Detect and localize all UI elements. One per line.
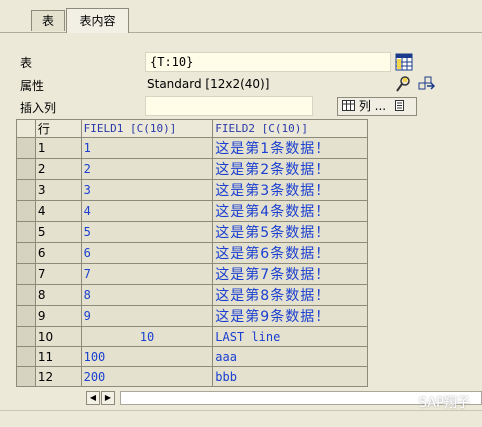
row-selector[interactable] [16, 305, 36, 327]
grid-header-row: 行 FIELD1 [C(10)] FIELD2 [C(10)] [16, 119, 368, 138]
field2-cell[interactable]: 这是第5条数据！ [212, 221, 368, 243]
row-selector[interactable] [16, 200, 36, 222]
table-row[interactable]: 12 200 bbb [16, 366, 368, 387]
field1-cell[interactable]: 10 [80, 326, 214, 347]
tab-bar: 表 表内容 [0, 0, 482, 33]
field2-cell[interactable]: bbb [212, 366, 368, 387]
scroll-left-icon[interactable]: ◀ [86, 391, 100, 405]
row-selector[interactable] [16, 242, 36, 264]
tab-table[interactable]: 表 [31, 10, 65, 31]
header-row-number: 行 [34, 119, 82, 138]
document-icon [394, 100, 404, 111]
field1-cell[interactable]: 100 [80, 346, 214, 367]
field2-cell[interactable]: LAST line [212, 326, 368, 347]
field2-cell[interactable]: 这是第6条数据！ [212, 242, 368, 264]
row-selector[interactable] [16, 284, 36, 306]
row-number: 9 [34, 305, 82, 327]
table-label: 表 [20, 56, 33, 70]
field2-cell[interactable]: 这是第4条数据！ [212, 200, 368, 222]
table-field[interactable]: {T:10} [145, 52, 391, 72]
table-row[interactable]: 2 2 这是第2条数据！ [16, 158, 368, 180]
field1-cell[interactable]: 5 [80, 221, 214, 243]
table-row[interactable]: 5 5 这是第5条数据！ [16, 221, 368, 243]
where-used-icon[interactable] [394, 75, 412, 93]
table-row[interactable]: 10 10 LAST line [16, 326, 368, 347]
row-number: 2 [34, 158, 82, 180]
row-number: 8 [34, 284, 82, 306]
field2-cell[interactable]: 这是第7条数据！ [212, 263, 368, 285]
tab-table-contents[interactable]: 表内容 [66, 8, 129, 33]
attribute-value: Standard [12x2(40)] [147, 77, 270, 91]
row-selector[interactable] [16, 158, 36, 180]
header-field1[interactable]: FIELD1 [C(10)] [80, 119, 214, 138]
field1-cell[interactable]: 200 [80, 366, 214, 387]
row-selector[interactable] [16, 179, 36, 201]
row-selector[interactable] [16, 263, 36, 285]
field2-cell[interactable]: 这是第1条数据！ [212, 137, 368, 159]
navigate-icon[interactable] [418, 75, 436, 93]
row-number: 10 [34, 326, 82, 347]
row-selector[interactable] [16, 366, 36, 387]
field2-cell[interactable]: 这是第9条数据！ [212, 305, 368, 327]
column-button[interactable]: 列 ... [337, 97, 417, 116]
table-row[interactable]: 11 100 aaa [16, 346, 368, 367]
row-selector[interactable] [16, 326, 36, 347]
row-number: 11 [34, 346, 82, 367]
row-number: 12 [34, 366, 82, 387]
table-row[interactable]: 1 1 这是第1条数据！ [16, 137, 368, 159]
row-selector[interactable] [16, 137, 36, 159]
field1-cell[interactable]: 2 [80, 158, 214, 180]
table-row[interactable]: 3 3 这是第3条数据！ [16, 179, 368, 201]
field2-cell[interactable]: 这是第3条数据！ [212, 179, 368, 201]
table-row[interactable]: 6 6 这是第6条数据！ [16, 242, 368, 264]
column-icon [342, 100, 355, 111]
field1-cell[interactable]: 6 [80, 242, 214, 264]
table-row[interactable]: 9 9 这是第9条数据！ [16, 305, 368, 327]
select-all-cell[interactable] [16, 119, 36, 138]
field1-cell[interactable]: 8 [80, 284, 214, 306]
row-number: 5 [34, 221, 82, 243]
insert-column-field[interactable] [145, 96, 313, 116]
field1-cell[interactable]: 9 [80, 305, 214, 327]
row-number: 1 [34, 137, 82, 159]
field2-cell[interactable]: aaa [212, 346, 368, 367]
table-row[interactable]: 7 7 这是第7条数据！ [16, 263, 368, 285]
row-number: 7 [34, 263, 82, 285]
field1-cell[interactable]: 3 [80, 179, 214, 201]
table-icon[interactable] [395, 53, 413, 71]
row-number: 3 [34, 179, 82, 201]
table-content-grid: 行 FIELD1 [C(10)] FIELD2 [C(10)] 1 1 这是第1条数… [16, 119, 368, 387]
attribute-label: 属性 [20, 79, 45, 93]
row-selector[interactable] [16, 346, 36, 367]
watermark: SAP翔子 [418, 396, 470, 411]
insert-column-label: 插入列 [20, 101, 57, 115]
header-field2[interactable]: FIELD2 [C(10)] [212, 119, 368, 138]
table-row[interactable]: 8 8 这是第8条数据！ [16, 284, 368, 306]
field1-cell[interactable]: 4 [80, 200, 214, 222]
row-selector[interactable] [16, 221, 36, 243]
scroll-right-icon[interactable]: ▶ [101, 391, 115, 405]
field2-cell[interactable]: 这是第2条数据！ [212, 158, 368, 180]
divider [0, 410, 482, 411]
row-number: 4 [34, 200, 82, 222]
field1-cell[interactable]: 7 [80, 263, 214, 285]
row-number: 6 [34, 242, 82, 264]
field1-cell[interactable]: 1 [80, 137, 214, 159]
column-button-label: 列 ... [358, 99, 387, 113]
field2-cell[interactable]: 这是第8条数据！ [212, 284, 368, 306]
table-row[interactable]: 4 4 这是第4条数据！ [16, 200, 368, 222]
